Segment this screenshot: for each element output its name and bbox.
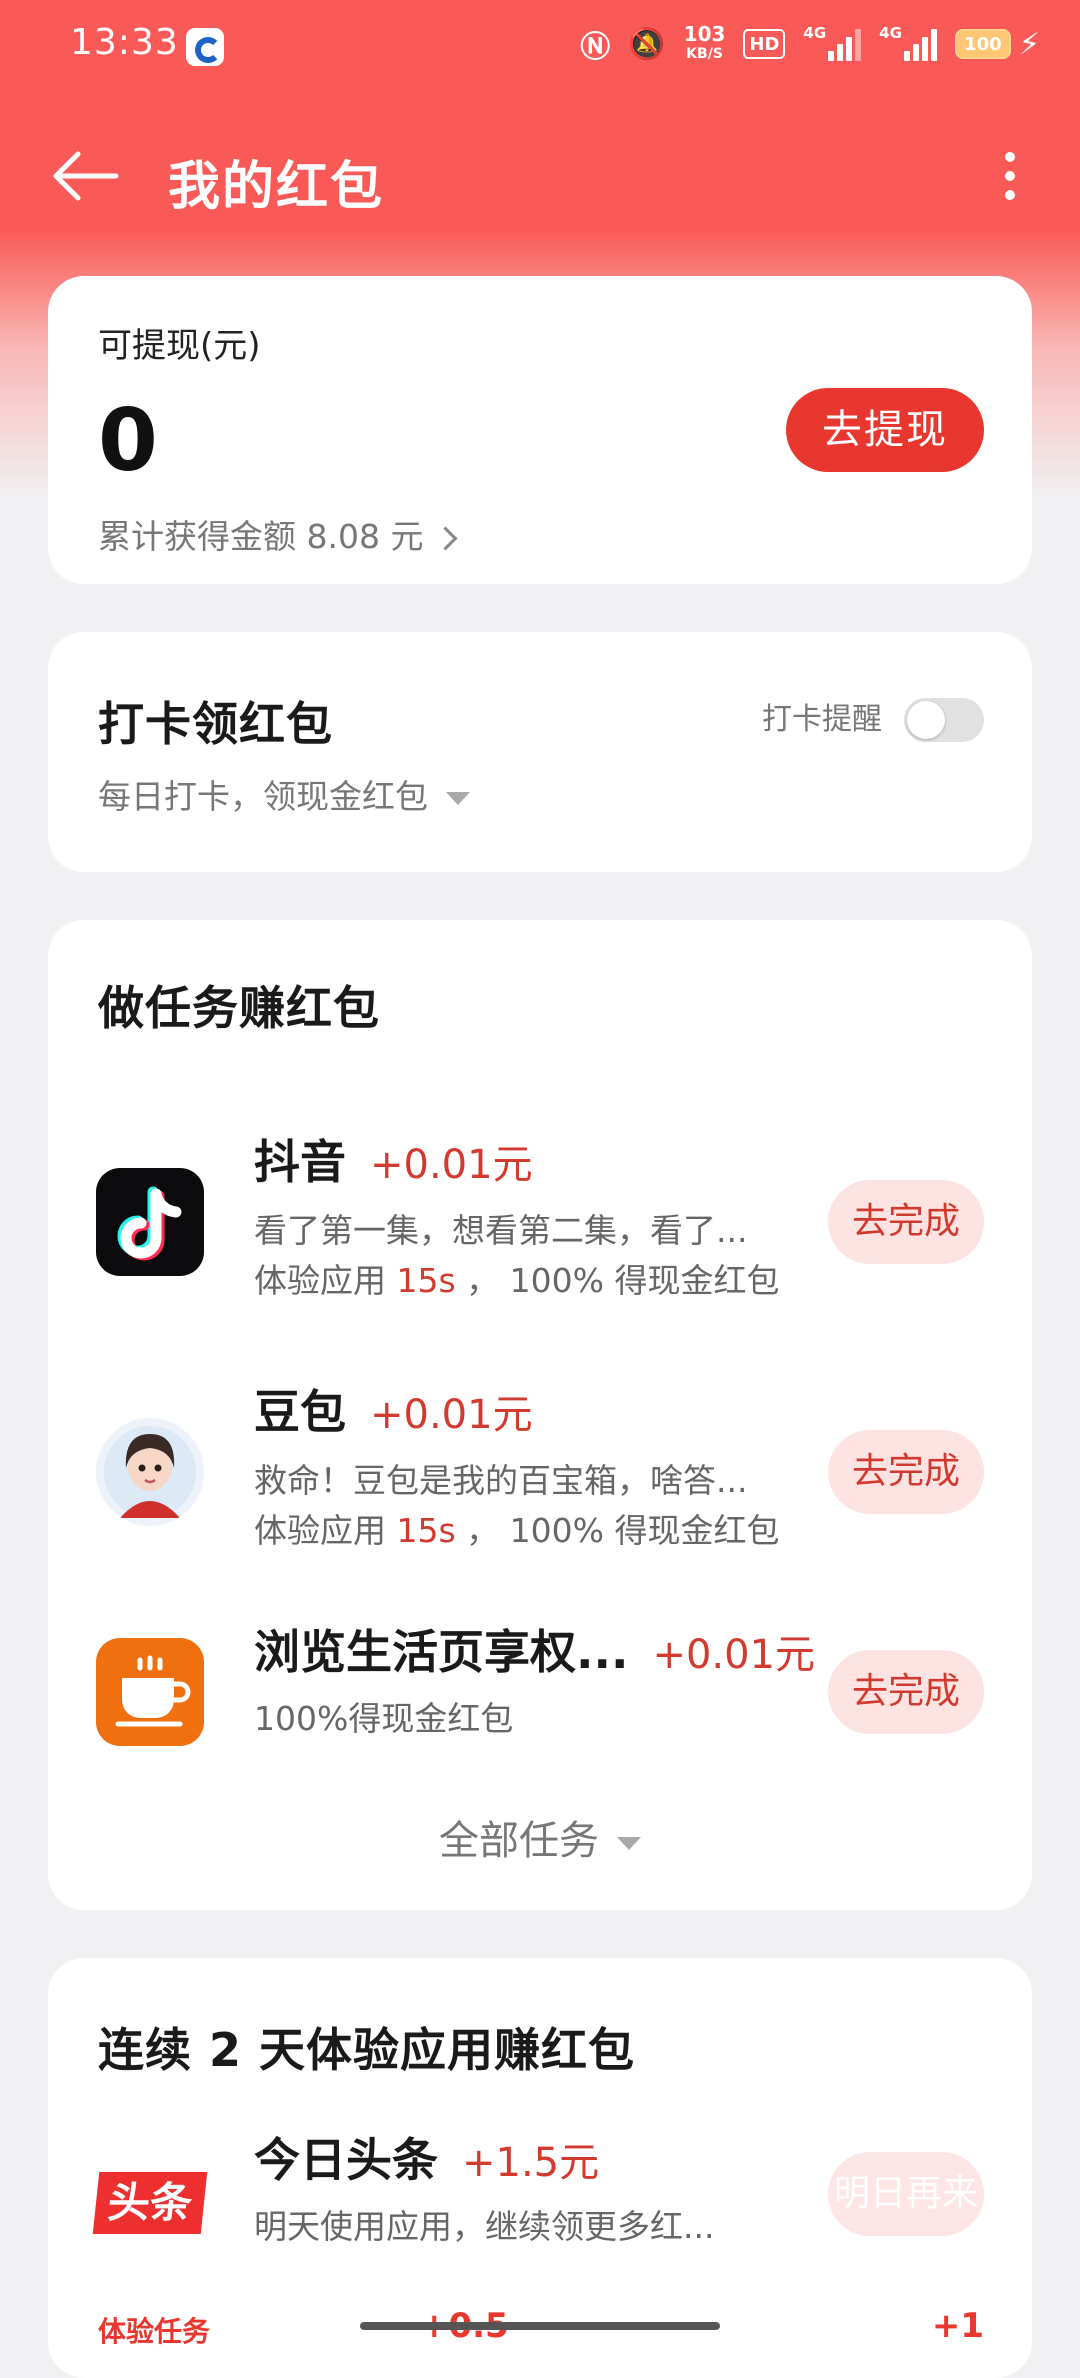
task-row-toutiao: 头条 今日头条 +1.5元 明天使用应用，继续领更多红... 明日再来 [48, 2118, 1032, 2258]
task-name: 浏览生活页享权... +0.01元 [254, 1625, 816, 1679]
streak-title: 连续 2 天体验应用赚红包 [98, 2023, 636, 2077]
task-name: 豆包 +0.01元 [254, 1385, 533, 1439]
battery-icon: 100 [954, 29, 1011, 59]
tiktok-icon [96, 1168, 204, 1276]
withdrawable-label: 可提现(元) [98, 326, 261, 366]
chevron-right-icon [433, 526, 458, 551]
task-name: 抖音 +0.01元 [254, 1135, 533, 1189]
come-tomorrow-button[interactable]: 明日再来 [828, 2152, 984, 2236]
more-options-icon[interactable] [980, 144, 1040, 208]
doubao-avatar-icon [96, 1418, 204, 1526]
status-bar: 13:33 Ⓝ 🔕 103 KB/S HD 4G 4G 100 ⚡ [0, 0, 1080, 96]
tasks-card: 做任务赚红包 抖音 +0.01元 看了第一集，想看第二集，看了... 体验应用 1… [48, 920, 1032, 1910]
task-reward: +0.01元 [652, 1632, 816, 1678]
home-indicator[interactable] [360, 2322, 720, 2330]
tasks-title: 做任务赚红包 [98, 981, 380, 1035]
task-row-browse-life: 浏览生活页享权... +0.01元 100%得现金红包 去完成 [48, 1610, 1032, 1750]
checkin-card: 打卡领红包 每日打卡，领现金红包 打卡提醒 [48, 632, 1032, 872]
task-complete-button[interactable]: 去完成 [828, 1430, 984, 1514]
withdraw-card: 可提现(元) 0 累计获得金额 8.08 元 去提现 [48, 276, 1032, 584]
app-bar: 我的红包 [0, 120, 1080, 230]
task-complete-button[interactable]: 去完成 [828, 1180, 984, 1264]
withdrawable-amount: 0 [98, 391, 158, 491]
charging-icon: ⚡ [1018, 26, 1040, 62]
task-description: 明天使用应用，继续领更多红... [254, 2207, 715, 2246]
all-tasks-link[interactable]: 全部任务 [48, 1808, 1032, 1866]
checkin-reminder-toggle[interactable] [904, 698, 984, 742]
task-experience: 体验应用 15s ， 100% 得现金红包 [254, 1261, 780, 1300]
dropdown-triangle-icon [446, 792, 470, 805]
signal-1-icon: 4G [803, 24, 862, 64]
signal-2-icon: 4G [879, 24, 937, 64]
checkin-subtitle[interactable]: 每日打卡，领现金红包 [98, 770, 470, 818]
task-reward: +1.5元 [462, 2140, 600, 2186]
network-speed: 103 KB/S [683, 22, 726, 62]
task-complete-button[interactable]: 去完成 [828, 1650, 984, 1734]
task-description: 100%得现金红包 [254, 1699, 514, 1738]
coffee-cup-icon [96, 1638, 204, 1746]
task-reward: +0.01元 [370, 1392, 533, 1438]
status-time: 13:33 [70, 22, 179, 63]
task-description: 看了第一集，想看第二集，看了... [254, 1211, 748, 1250]
task-name: 今日头条 +1.5元 [254, 2133, 600, 2187]
task-experience: 体验应用 15s ， 100% 得现金红包 [254, 1511, 780, 1550]
back-arrow-icon[interactable] [50, 150, 120, 202]
hd-voice-icon: HD [743, 29, 786, 59]
checkin-title: 打卡领红包 [98, 697, 333, 751]
task-description: 救命！豆包是我的百宝箱，啥答... [254, 1461, 748, 1500]
withdraw-button[interactable]: 去提现 [786, 388, 984, 472]
dropdown-triangle-icon [617, 1836, 641, 1850]
nfc-icon: Ⓝ [580, 30, 611, 65]
cumulative-amount-link[interactable]: 累计获得金额 8.08 元 [98, 510, 458, 558]
task-row-douyin: 抖音 +0.01元 看了第一集，想看第二集，看了... 体验应用 15s ， 10… [48, 1116, 1032, 1300]
experience-task-label: 体验任务 [98, 2315, 211, 2348]
day2-reward: +1 [931, 2306, 984, 2346]
task-row-doubao: 豆包 +0.01元 救命！豆包是我的百宝箱，啥答... 体验应用 15s ， 10… [48, 1366, 1032, 1550]
mute-vibrate-icon: 🔕 [628, 26, 666, 62]
page-title: 我的红包 [168, 157, 385, 217]
notification-app-icon [186, 28, 224, 66]
streak-card: 连续 2 天体验应用赚红包 头条 今日头条 +1.5元 明天使用应用，继续领更多红… [48, 1958, 1032, 2378]
task-reward: +0.01元 [370, 1142, 533, 1188]
toutiao-icon: 头条 [92, 2148, 208, 2256]
checkin-reminder-label: 打卡提醒 [762, 702, 882, 737]
status-icons: Ⓝ 🔕 103 KB/S HD 4G 4G 100 ⚡ [580, 22, 1040, 65]
